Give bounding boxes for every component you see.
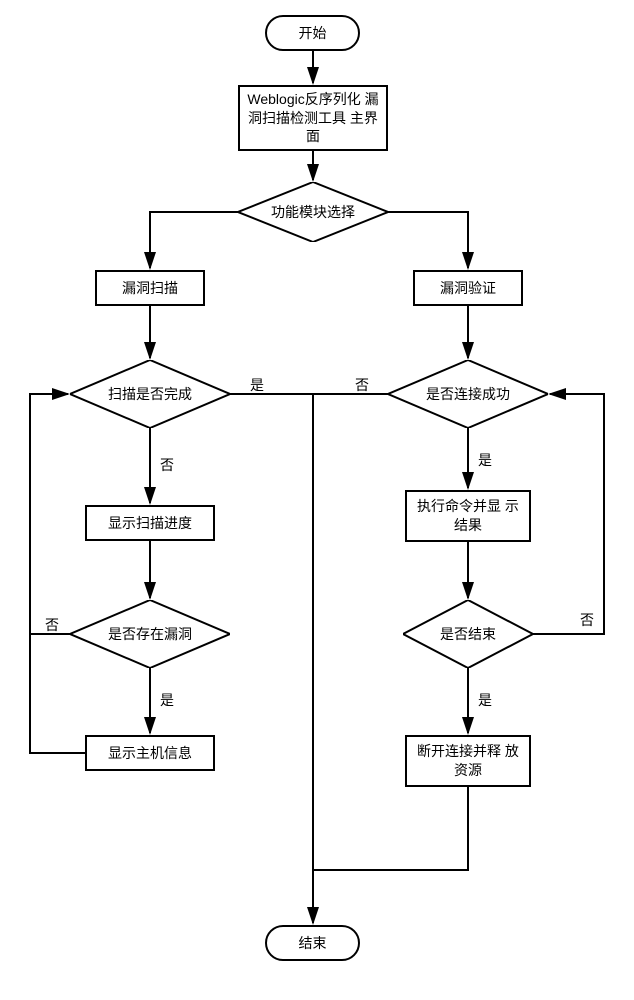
decision-end-q-label: 是否结束: [436, 626, 500, 643]
main-ui-box: Weblogic反序列化 漏洞扫描检测工具 主界面: [238, 85, 388, 151]
label-end-q-yes: 是: [478, 690, 492, 710]
decision-connect-ok: 是否连接成功: [388, 360, 548, 428]
decision-module-select: 功能模块选择: [238, 182, 388, 242]
show-host-box: 显示主机信息: [85, 735, 215, 771]
end-terminator: 结束: [265, 925, 360, 961]
label-scan-done-yes: 是: [250, 375, 264, 395]
label-conn-ok-no: 否: [355, 375, 369, 395]
decision-has-vuln-label: 是否存在漏洞: [104, 626, 196, 643]
show-progress-box: 显示扫描进度: [85, 505, 215, 541]
decision-scan-done: 扫描是否完成: [70, 360, 230, 428]
start-terminator: 开始: [265, 15, 360, 51]
vuln-scan-box: 漏洞扫描: [95, 270, 205, 306]
label-end-q-no: 否: [580, 610, 594, 630]
decision-connect-ok-label: 是否连接成功: [422, 386, 514, 403]
flowchart-arrows: [10, 10, 624, 990]
flowchart-canvas: 开始 Weblogic反序列化 漏洞扫描检测工具 主界面 功能模块选择 漏洞扫描…: [10, 10, 624, 990]
decision-has-vuln: 是否存在漏洞: [70, 600, 230, 668]
label-has-vuln-yes: 是: [160, 690, 174, 710]
decision-end-q: 是否结束: [403, 600, 533, 668]
vuln-verify-box: 漏洞验证: [413, 270, 523, 306]
decision-module-select-label: 功能模块选择: [267, 204, 359, 221]
label-scan-done-no: 否: [160, 455, 174, 475]
disconnect-box: 断开连接并释 放资源: [405, 735, 531, 787]
label-conn-ok-yes: 是: [478, 450, 492, 470]
exec-cmd-box: 执行命令并显 示结果: [405, 490, 531, 542]
decision-scan-done-label: 扫描是否完成: [104, 386, 196, 403]
label-has-vuln-no: 否: [45, 615, 59, 635]
